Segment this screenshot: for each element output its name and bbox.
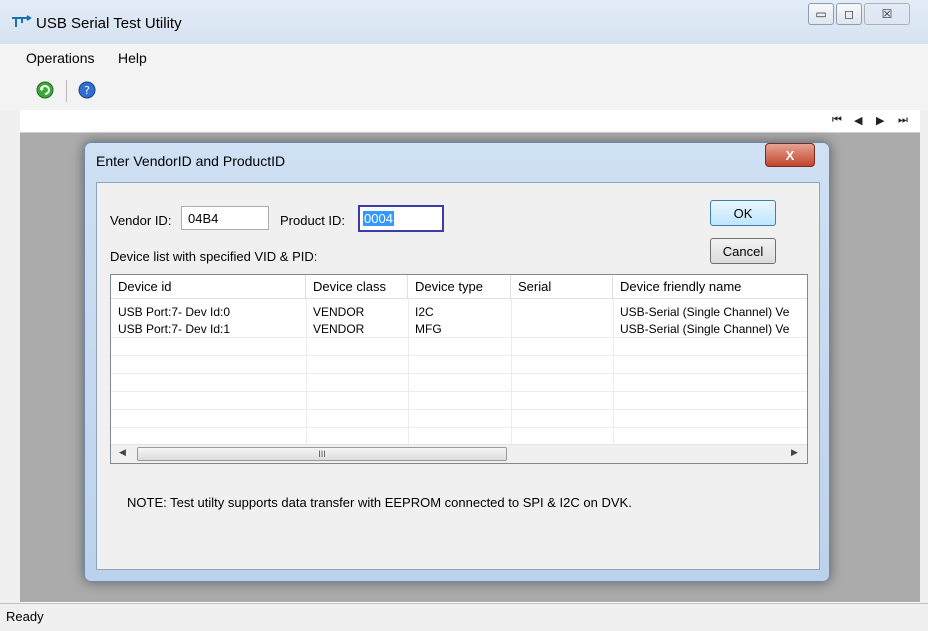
scroll-left-icon[interactable]: ◀ bbox=[119, 447, 126, 458]
product-id-label: Product ID: bbox=[280, 213, 346, 228]
cell-serial bbox=[511, 303, 613, 321]
refresh-icon[interactable] bbox=[36, 81, 54, 99]
cell-device-type: I2C bbox=[415, 305, 434, 319]
left-frame bbox=[0, 110, 20, 603]
cell-serial bbox=[511, 320, 613, 338]
nav-next-button[interactable]: ▶ bbox=[876, 114, 884, 127]
dialog-title: Enter VendorID and ProductID bbox=[96, 153, 286, 169]
scroll-right-icon[interactable]: ▶ bbox=[791, 447, 798, 458]
grid-line bbox=[111, 391, 807, 392]
grid-line bbox=[111, 427, 807, 428]
scroll-thumb[interactable]: III bbox=[137, 447, 507, 461]
workspace-header bbox=[20, 110, 920, 133]
cell-device-type: MFG bbox=[415, 322, 442, 336]
product-id-input[interactable]: 0004 bbox=[358, 205, 444, 232]
nav-prev-button[interactable]: ◀ bbox=[854, 114, 862, 127]
vendor-id-label: Vendor ID: bbox=[110, 213, 172, 228]
cell-device-class: VENDOR bbox=[313, 322, 365, 336]
column-device-id[interactable]: Device id bbox=[111, 275, 306, 299]
horizontal-scrollbar[interactable]: ◀ III ▶ bbox=[111, 444, 807, 463]
cell-device-class: VENDOR bbox=[313, 305, 365, 319]
usb-app-icon bbox=[12, 15, 32, 27]
cell-device-id: USB Port:7- Dev Id:1 bbox=[118, 322, 231, 336]
note-text: NOTE: Test utilty supports data transfer… bbox=[127, 495, 632, 510]
vendor-id-input[interactable]: 04B4 bbox=[181, 206, 269, 230]
status-bar bbox=[0, 603, 928, 631]
window-close-button[interactable]: ☒ bbox=[864, 3, 910, 25]
toolbar bbox=[0, 72, 928, 111]
column-device-class[interactable]: Device class bbox=[306, 275, 408, 299]
cell-device-id: USB Port:7- Dev Id:0 bbox=[118, 305, 231, 319]
column-device-type[interactable]: Device type bbox=[408, 275, 511, 299]
dialog-close-button[interactable]: X bbox=[765, 143, 815, 167]
cell-friendly-name: USB-Serial (Single Channel) Ve bbox=[620, 322, 790, 336]
window-title: USB Serial Test Utility bbox=[36, 15, 182, 32]
toolbar-separator bbox=[66, 80, 67, 102]
right-frame bbox=[920, 110, 928, 603]
menu-help[interactable]: Help bbox=[118, 50, 147, 66]
menu-operations[interactable]: Operations bbox=[26, 50, 94, 66]
maximize-button[interactable]: ◻ bbox=[836, 3, 862, 25]
device-list[interactable]: Device id Device class Device type Seria… bbox=[110, 274, 808, 464]
cell-friendly-name: USB-Serial (Single Channel) Ve bbox=[620, 305, 790, 319]
product-id-value: 0004 bbox=[363, 211, 394, 226]
device-list-label: Device list with specified VID & PID: bbox=[110, 249, 318, 264]
nav-first-button[interactable]: ⏮ bbox=[832, 114, 842, 127]
grid-line bbox=[111, 355, 807, 356]
status-text: Ready bbox=[6, 609, 44, 624]
column-serial[interactable]: Serial bbox=[511, 275, 613, 299]
minimize-button[interactable]: ▭ bbox=[808, 3, 834, 25]
nav-last-button[interactable]: ⏭ bbox=[898, 114, 908, 127]
column-friendly-name[interactable]: Device friendly name bbox=[613, 275, 807, 299]
help-icon[interactable]: ? bbox=[78, 81, 96, 99]
vendor-id-value: 04B4 bbox=[188, 210, 219, 226]
cancel-button[interactable]: Cancel bbox=[710, 238, 776, 264]
grid-line bbox=[111, 373, 807, 374]
svg-text:?: ? bbox=[84, 84, 90, 97]
grid-line bbox=[111, 409, 807, 410]
ok-button[interactable]: OK bbox=[710, 200, 776, 226]
